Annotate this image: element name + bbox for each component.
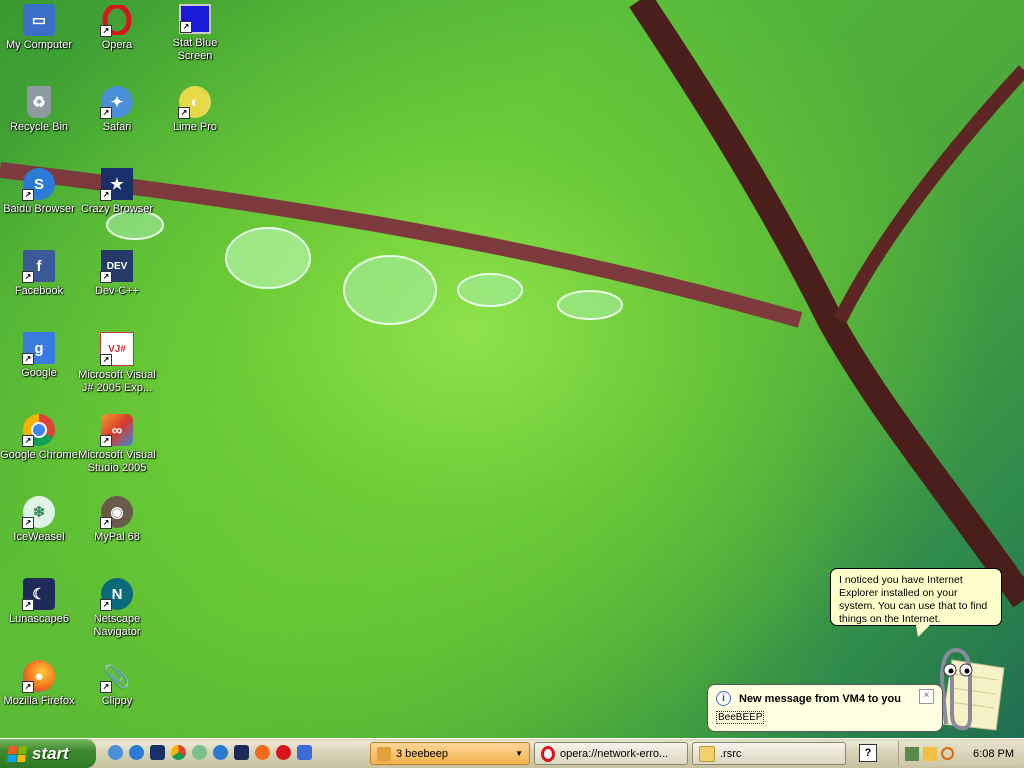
- icon-label: Opera: [101, 39, 133, 51]
- recycle-bin-icon: ♻: [27, 86, 51, 118]
- chevron-down-icon: ▼: [515, 749, 523, 758]
- icon-label: Facebook: [14, 285, 64, 297]
- desktop-icon-recycle-bin[interactable]: ♻ Recycle Bin: [0, 86, 78, 134]
- desktop-icon-stat-blue-screen[interactable]: ↗ Stat Blue Screen: [156, 4, 234, 63]
- icon-label: IceWeasel: [13, 531, 65, 543]
- icon-label: Clippy: [101, 695, 133, 707]
- blue-screen-icon: ↗: [179, 4, 211, 34]
- crazy-browser-quicklaunch-icon[interactable]: [150, 745, 165, 760]
- desktop-icon-clippy[interactable]: 📎 ↗ Clippy: [78, 660, 156, 708]
- icon-label: Google Chrome: [0, 449, 78, 461]
- close-icon[interactable]: ×: [919, 689, 934, 704]
- task-button-rsrc[interactable]: .rsrc: [692, 742, 846, 765]
- quick-launch-bar: [108, 745, 312, 760]
- system-tray: 6:08 PM: [898, 741, 1024, 766]
- iceweasel-quicklaunch-icon[interactable]: [192, 745, 207, 760]
- desktop-icon-google[interactable]: g ↗ Google: [0, 332, 78, 380]
- desktop-icon-lime-pro[interactable]: ◐ ↗ Lime Pro: [156, 86, 234, 134]
- compass-icon: ✦ ↗: [100, 86, 133, 119]
- ie-quicklaunch-icon[interactable]: [213, 745, 228, 760]
- icon-label: Recycle Bin: [9, 121, 69, 133]
- desktop-icon-mypal[interactable]: ◉ ↗ MyPal 68: [78, 496, 156, 544]
- help-button[interactable]: ?: [859, 744, 877, 762]
- start-label: start: [32, 743, 69, 763]
- network-icon[interactable]: [905, 746, 919, 761]
- facebook-icon: f ↗: [22, 250, 55, 283]
- assistant-speech-balloon[interactable]: I noticed you have Internet Explorer ins…: [830, 568, 1002, 637]
- icon-label: Dev-C++: [94, 285, 140, 297]
- star-icon: ★ ↗: [100, 168, 133, 201]
- baidu-quicklaunch-icon[interactable]: [129, 745, 144, 760]
- search-icon[interactable]: [941, 747, 954, 760]
- notification-title: New message from VM4 to you: [739, 692, 901, 705]
- desktop-icon-baidu-browser[interactable]: S ↗ Baidu Browser: [0, 168, 78, 216]
- desktop-icon-dev-cpp[interactable]: DEV ↗ Dev-C++: [78, 250, 156, 298]
- firefox-quicklaunch-icon[interactable]: [255, 745, 270, 760]
- icon-label: Stat Blue Screen: [172, 37, 218, 62]
- desktop-icon-google-chrome[interactable]: ↗ Google Chrome: [0, 414, 78, 462]
- windows-logo-icon: [7, 745, 27, 762]
- start-button[interactable]: start: [0, 739, 96, 768]
- desktop-icon-facebook[interactable]: f ↗ Facebook: [0, 250, 78, 298]
- desktop-icon-netscape[interactable]: N ↗ Netscape Navigator: [78, 578, 156, 639]
- dev-cpp-icon: DEV ↗: [100, 250, 133, 283]
- icon-label: MyPal 68: [94, 531, 140, 543]
- task-label: 3 beebeep: [396, 747, 448, 760]
- firefox-icon: ● ↗: [22, 660, 55, 693]
- assistant-message: I noticed you have Internet Explorer ins…: [839, 574, 988, 625]
- icon-label: Mozilla Firefox: [3, 695, 75, 707]
- chrome-icon: ↗: [22, 414, 55, 447]
- icon-label: Microsoft Visual Studio 2005: [78, 449, 156, 474]
- opera-icon: [541, 745, 555, 762]
- folder-icon: [699, 745, 715, 762]
- computer-icon: ▭: [23, 4, 55, 36]
- icon-label: My Computer: [5, 39, 73, 51]
- ie-alt-quicklaunch-icon[interactable]: [297, 745, 312, 760]
- moon-icon: ☾ ↗: [22, 578, 55, 611]
- icon-label: Crazy Browser: [80, 203, 154, 215]
- opera-icon: ↗: [100, 4, 133, 37]
- desktop-icon-visual-jsharp[interactable]: VJ# ↗ Microsoft Visual J# 2005 Exp...: [78, 332, 156, 395]
- beebeep-icon: [377, 746, 391, 761]
- desktop-icon-opera[interactable]: ↗ Opera: [78, 4, 156, 52]
- icon-label: Baidu Browser: [3, 203, 75, 215]
- safari-quicklaunch-icon[interactable]: [108, 745, 123, 760]
- task-button-opera[interactable]: opera://network-erro...: [534, 742, 688, 765]
- chrome-quicklaunch-icon[interactable]: [171, 745, 186, 760]
- desktop-icon-firefox[interactable]: ● ↗ Mozilla Firefox: [0, 660, 78, 708]
- desktop-icon-my-computer[interactable]: ▭ My Computer: [0, 4, 78, 52]
- task-button-beebeep[interactable]: 3 beebeep ▼: [370, 742, 530, 765]
- icon-label: Lunascape6: [9, 613, 69, 625]
- icon-label: Safari: [102, 121, 132, 133]
- task-label: .rsrc: [720, 747, 742, 760]
- lunascape-quicklaunch-icon[interactable]: [234, 745, 249, 760]
- task-label: opera://network-erro...: [560, 747, 669, 760]
- visual-studio-icon: ∞ ↗: [100, 414, 133, 447]
- notification-title-row: i New message from VM4 to you: [716, 691, 934, 706]
- notification-balloon[interactable]: i New message from VM4 to you BeeBEEP ×: [707, 684, 943, 732]
- iceweasel-icon: ❄ ↗: [22, 496, 55, 529]
- icon-label: Netscape Navigator: [93, 613, 141, 638]
- desktop-icon-crazy-browser[interactable]: ★ ↗ Crazy Browser: [78, 168, 156, 216]
- info-icon: i: [716, 691, 731, 706]
- icon-label: Google: [21, 367, 57, 379]
- clock[interactable]: 6:08 PM: [973, 748, 1014, 760]
- desktop-icon-safari[interactable]: ✦ ↗ Safari: [78, 86, 156, 134]
- desktop-icon-lunascape[interactable]: ☾ ↗ Lunascape6: [0, 578, 78, 626]
- baidu-browser-icon: S ↗: [22, 168, 55, 201]
- visual-jsharp-icon: VJ# ↗: [100, 332, 134, 366]
- icon-label: Lime Pro: [172, 121, 218, 133]
- desktop-icon-iceweasel[interactable]: ❄ ↗ IceWeasel: [0, 496, 78, 544]
- lime-icon: ◐ ↗: [178, 86, 211, 119]
- desktop-icon-visual-studio[interactable]: ∞ ↗ Microsoft Visual Studio 2005: [78, 414, 156, 475]
- google-icon: g ↗: [22, 332, 55, 365]
- notification-body: BeeBEEP: [716, 711, 765, 724]
- opera-quicklaunch-icon[interactable]: [276, 745, 291, 760]
- beebeep-tray-icon[interactable]: [923, 746, 937, 761]
- paperclip-icon: 📎 ↗: [100, 660, 133, 693]
- icon-label: Microsoft Visual J# 2005 Exp...: [78, 369, 156, 394]
- raccoon-icon: ◉ ↗: [100, 496, 133, 529]
- netscape-icon: N ↗: [100, 578, 133, 611]
